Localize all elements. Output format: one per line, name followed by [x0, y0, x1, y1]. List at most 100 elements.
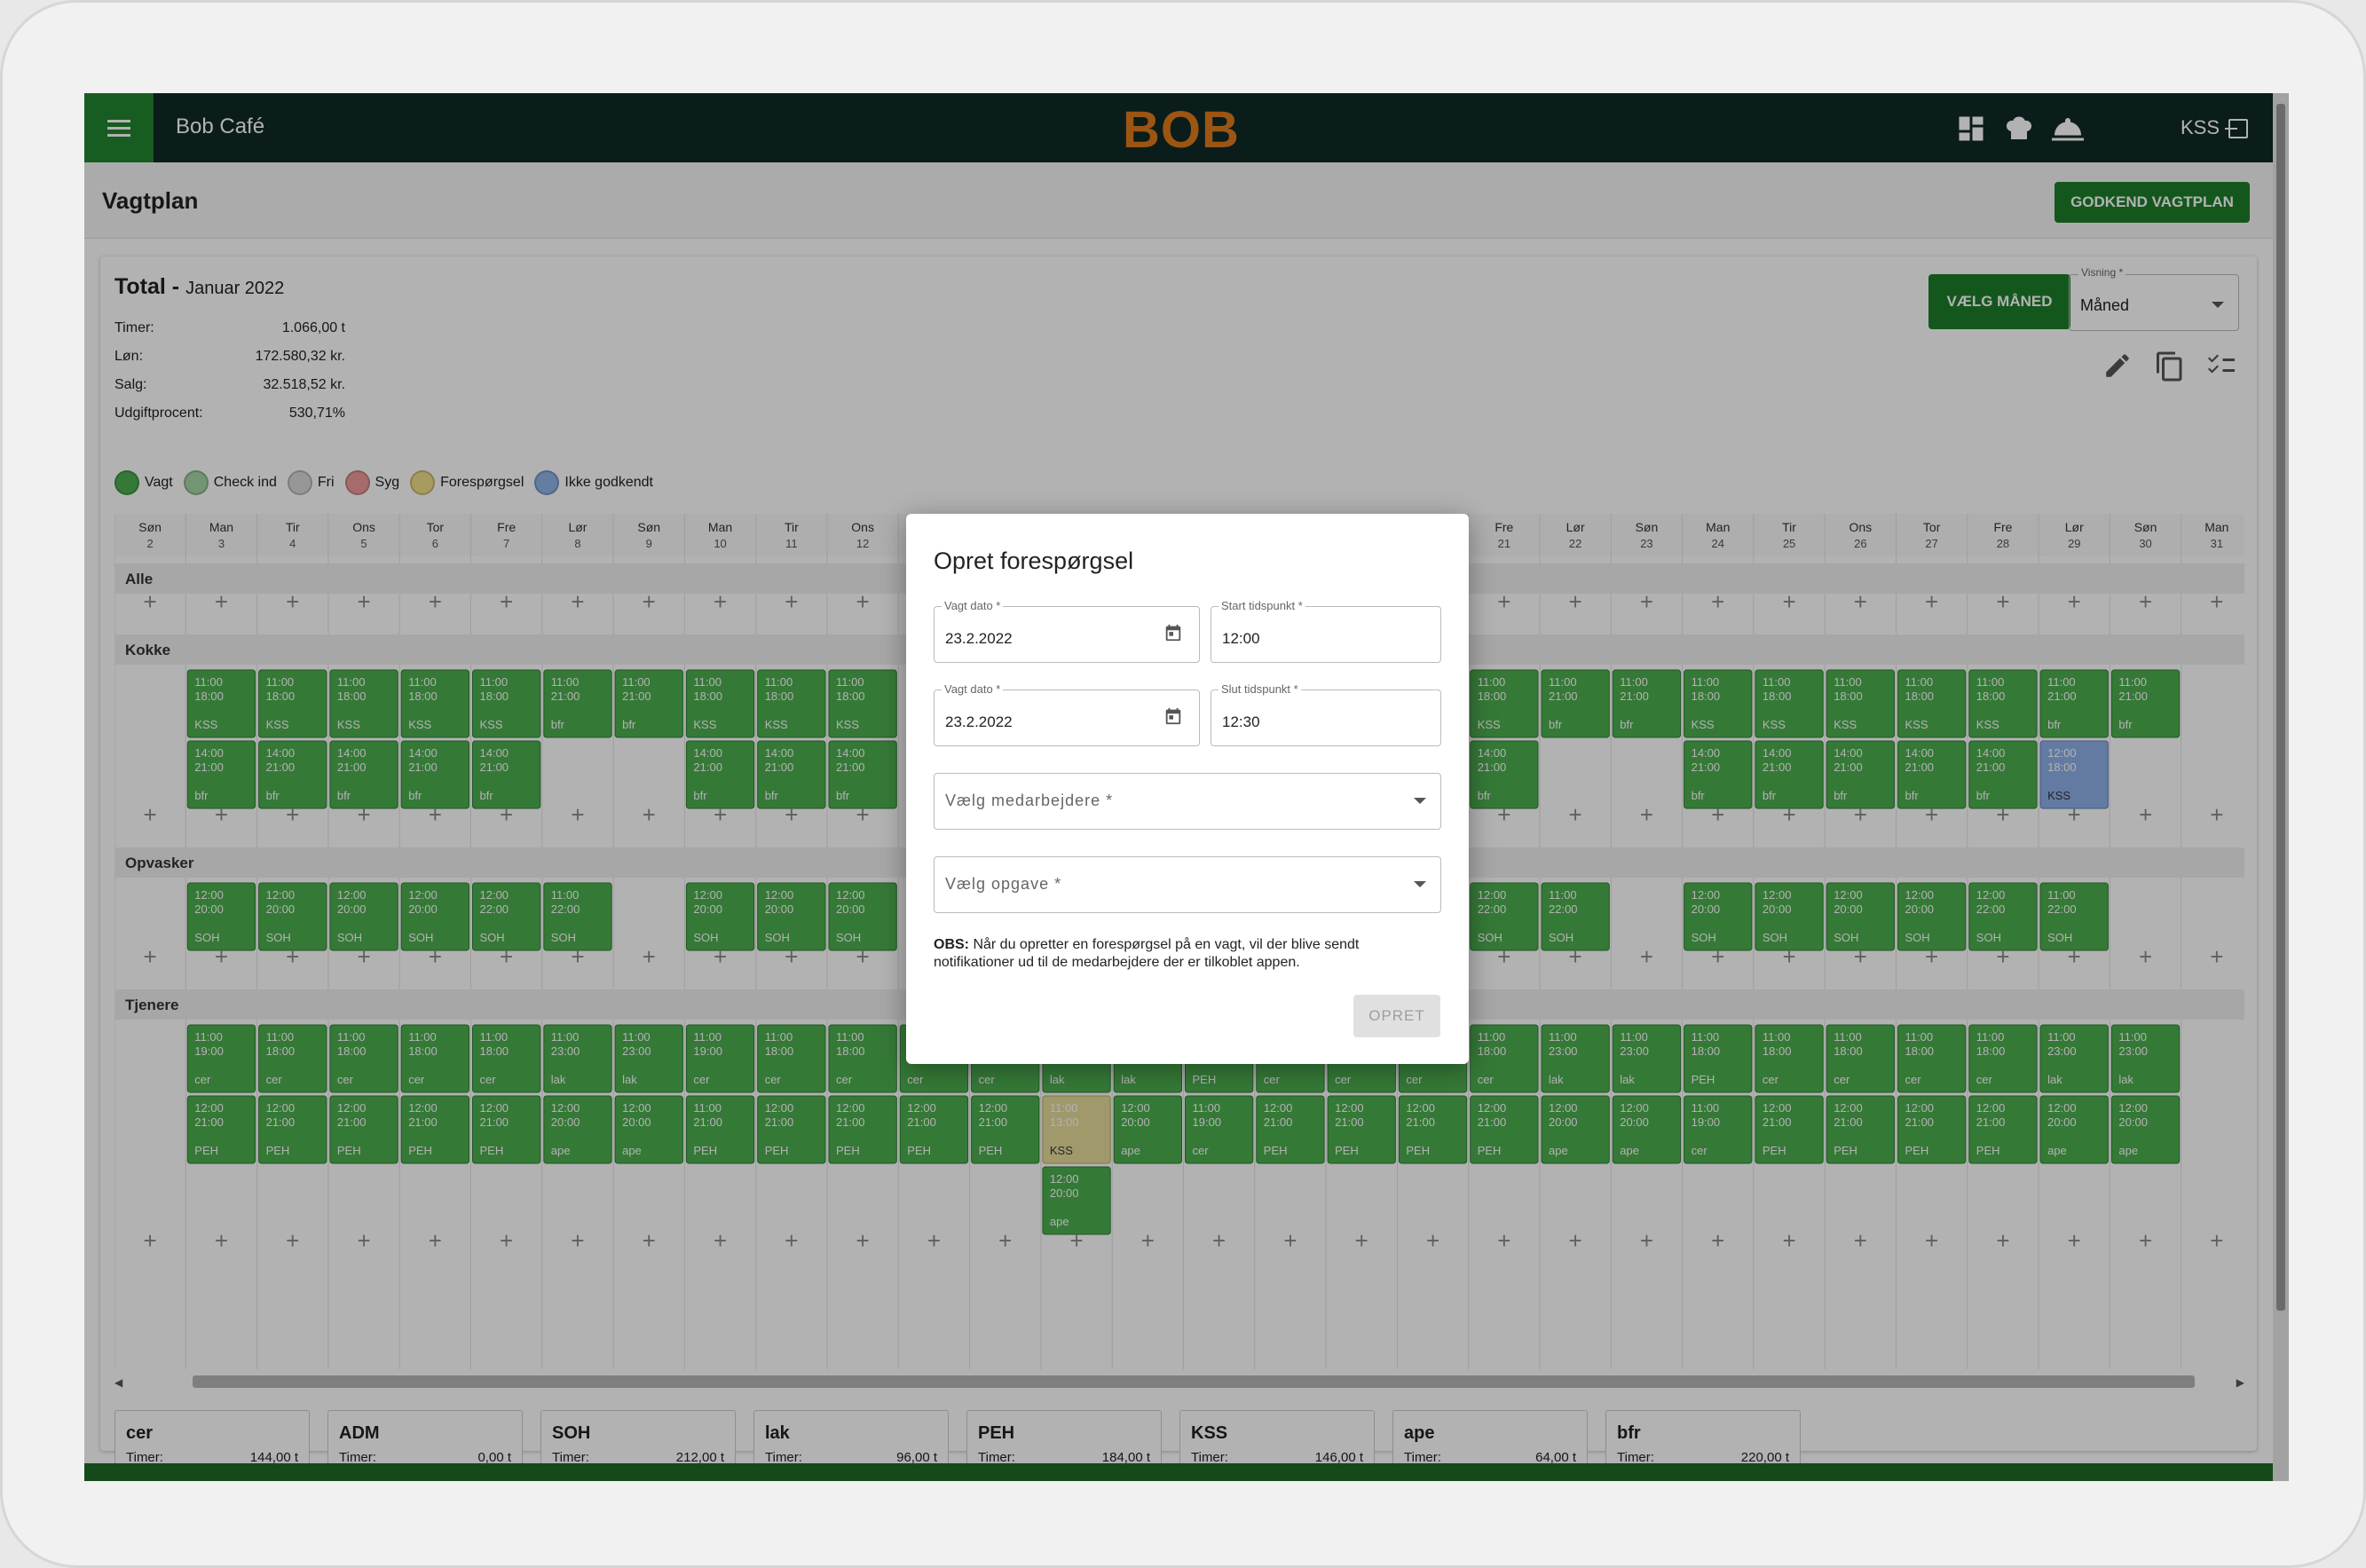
add-shift-button[interactable]: + — [144, 588, 157, 615]
shift-block[interactable]: 12:0020:00 SOH — [400, 882, 470, 951]
shift-block[interactable]: 11:0018:00 cer — [757, 1024, 826, 1093]
add-shift-button[interactable]: + — [1640, 588, 1653, 615]
add-shift-button[interactable]: + — [571, 1227, 584, 1254]
shift-block[interactable]: 11:0021:00 bfr — [1612, 669, 1682, 738]
shift-block[interactable]: 14:0021:00 bfr — [1897, 740, 1967, 809]
shift-block[interactable]: 11:0018:00 cer — [400, 1024, 470, 1093]
add-shift-button[interactable]: + — [856, 588, 870, 615]
scroll-left-icon[interactable]: ◀ — [114, 1376, 122, 1389]
shift-block[interactable]: 11:0022:00 SOH — [2039, 882, 2109, 951]
shift-block[interactable]: 12:0021:00 PEH — [400, 1095, 470, 1164]
add-shift-button[interactable]: + — [429, 1227, 442, 1254]
shift-block[interactable]: 12:0022:00 SOH — [472, 882, 541, 951]
end-date-field[interactable]: Vagt dato * 23.2.2022 — [934, 682, 1200, 746]
copy-icon[interactable] — [2154, 351, 2186, 382]
scroll-right-icon[interactable]: ▶ — [2236, 1376, 2244, 1389]
shift-block[interactable]: 11:0018:00 PEH — [1684, 1024, 1753, 1093]
shift-block[interactable]: 12:0020:00 ape — [1541, 1095, 1610, 1164]
add-shift-button[interactable]: + — [215, 588, 228, 615]
add-shift-button[interactable]: + — [215, 1227, 228, 1254]
shift-block[interactable]: 12:0021:00 PEH — [186, 1095, 256, 1164]
add-shift-button[interactable]: + — [998, 1227, 1012, 1254]
add-shift-button[interactable]: + — [2210, 1227, 2223, 1254]
shift-block[interactable]: 11:0018:00 cer — [1755, 1024, 1824, 1093]
shift-block[interactable]: 12:0020:00 SOH — [1684, 882, 1753, 951]
horizontal-scrollbar[interactable]: ◀ ▶ — [114, 1373, 2244, 1391]
shift-block[interactable]: 11:0018:00 cer — [1470, 1024, 1539, 1093]
shift-block[interactable]: 11:0023:00 lak — [614, 1024, 683, 1093]
add-shift-button[interactable]: + — [2210, 801, 2223, 828]
shift-block[interactable]: 14:0021:00 bfr — [329, 740, 398, 809]
shift-block[interactable]: 11:0021:00 bfr — [614, 669, 683, 738]
shift-block[interactable]: 11:0018:00 KSS — [685, 669, 755, 738]
start-date-field[interactable]: Vagt dato * 23.2.2022 — [934, 599, 1200, 663]
shift-block[interactable]: 11:0018:00 cer — [329, 1024, 398, 1093]
shift-block[interactable]: 12:0021:00 PEH — [472, 1095, 541, 1164]
vertical-scrollbar[interactable] — [2273, 93, 2289, 1481]
shift-block[interactable]: 12:0020:00 ape — [2110, 1095, 2181, 1164]
add-shift-button[interactable]: + — [1426, 1227, 1439, 1254]
add-shift-button[interactable]: + — [1711, 588, 1724, 615]
shift-block[interactable]: 11:0018:00 KSS — [186, 669, 256, 738]
shift-block[interactable]: 14:0021:00 bfr — [828, 740, 897, 809]
shift-block[interactable]: 14:0021:00 bfr — [757, 740, 826, 809]
shift-block[interactable]: 11:0018:00 cer — [828, 1024, 897, 1093]
shift-block[interactable]: 12:0021:00 PEH — [828, 1095, 897, 1164]
add-shift-button[interactable]: + — [571, 801, 584, 828]
shift-block[interactable]: 11:0018:00 KSS — [258, 669, 327, 738]
shift-block[interactable]: 11:0023:00 lak — [543, 1024, 612, 1093]
shift-block[interactable]: 12:0021:00 PEH — [971, 1095, 1040, 1164]
shift-block[interactable]: 12:0021:00 PEH — [1897, 1095, 1967, 1164]
shift-block[interactable]: 14:0021:00 bfr — [1684, 740, 1753, 809]
approve-schedule-button[interactable]: GODKEND VAGTPLAN — [2054, 182, 2250, 223]
shift-block[interactable]: 11:0021:00 PEH — [685, 1095, 755, 1164]
add-shift-button[interactable]: + — [2139, 1227, 2152, 1254]
shift-block[interactable]: 11:0021:00 bfr — [543, 669, 612, 738]
add-shift-button[interactable]: + — [1569, 801, 1582, 828]
add-shift-button[interactable]: + — [1497, 588, 1510, 615]
add-shift-button[interactable]: + — [500, 588, 513, 615]
add-shift-button[interactable]: + — [2139, 801, 2152, 828]
shift-block[interactable]: 14:0021:00 bfr — [258, 740, 327, 809]
shift-block[interactable]: 12:0021:00 PEH — [1398, 1095, 1468, 1164]
create-button[interactable]: OPRET — [1353, 995, 1440, 1037]
shift-block[interactable]: 11:0018:00 KSS — [1684, 669, 1753, 738]
add-shift-button[interactable]: + — [286, 588, 299, 615]
shift-block[interactable]: 11:0018:00 cer — [1826, 1024, 1895, 1093]
shift-block[interactable]: 12:0022:00 SOH — [1470, 882, 1539, 951]
menu-button[interactable] — [84, 93, 154, 162]
add-shift-button[interactable]: + — [1212, 1227, 1226, 1254]
task-select[interactable]: Vælg opgave * — [934, 856, 1441, 913]
shift-block[interactable]: 12:0020:00 ape — [614, 1095, 683, 1164]
shift-block[interactable]: 12:0021:00 PEH — [1968, 1095, 2038, 1164]
add-shift-button[interactable]: + — [1782, 588, 1795, 615]
shift-block[interactable]: 12:0021:00 PEH — [1826, 1095, 1895, 1164]
shift-block[interactable]: 12:0020:00 SOH — [186, 882, 256, 951]
add-shift-button[interactable]: + — [1569, 1227, 1582, 1254]
employee-select[interactable]: Vælg medarbejdere * — [934, 773, 1441, 830]
shift-block[interactable]: 11:0021:00 bfr — [2039, 669, 2109, 738]
add-shift-button[interactable]: + — [571, 588, 584, 615]
choose-month-button[interactable]: VÆLG MÅNED — [1928, 274, 2070, 329]
add-shift-button[interactable]: + — [1640, 943, 1653, 970]
add-shift-button[interactable]: + — [643, 1227, 656, 1254]
shift-block[interactable]: 12:0020:00 SOH — [757, 882, 826, 951]
view-select[interactable]: Visning * Måned — [2069, 266, 2239, 331]
shift-block[interactable]: 11:0018:00 KSS — [472, 669, 541, 738]
shift-block[interactable]: 12:0020:00 ape — [1612, 1095, 1682, 1164]
cloche-icon[interactable] — [2047, 113, 2088, 145]
add-shift-button[interactable]: + — [714, 1227, 727, 1254]
add-shift-button[interactable]: + — [1782, 1227, 1795, 1254]
add-shift-button[interactable]: + — [1996, 588, 2009, 615]
add-shift-button[interactable]: + — [2068, 1227, 2081, 1254]
add-shift-button[interactable]: + — [1497, 1227, 1510, 1254]
scrollbar-thumb[interactable] — [193, 1375, 2195, 1388]
add-shift-button[interactable]: + — [286, 1227, 299, 1254]
add-shift-button[interactable]: + — [643, 943, 656, 970]
shift-block[interactable]: 11:0022:00 SOH — [543, 882, 612, 951]
shift-block[interactable]: 14:0021:00 bfr — [186, 740, 256, 809]
edit-icon[interactable] — [2102, 351, 2133, 381]
add-shift-button[interactable]: + — [1355, 1227, 1368, 1254]
shift-block[interactable]: 12:0020:00 ape — [1042, 1166, 1111, 1235]
shift-block[interactable]: 12:0020:00 SOH — [1826, 882, 1895, 951]
